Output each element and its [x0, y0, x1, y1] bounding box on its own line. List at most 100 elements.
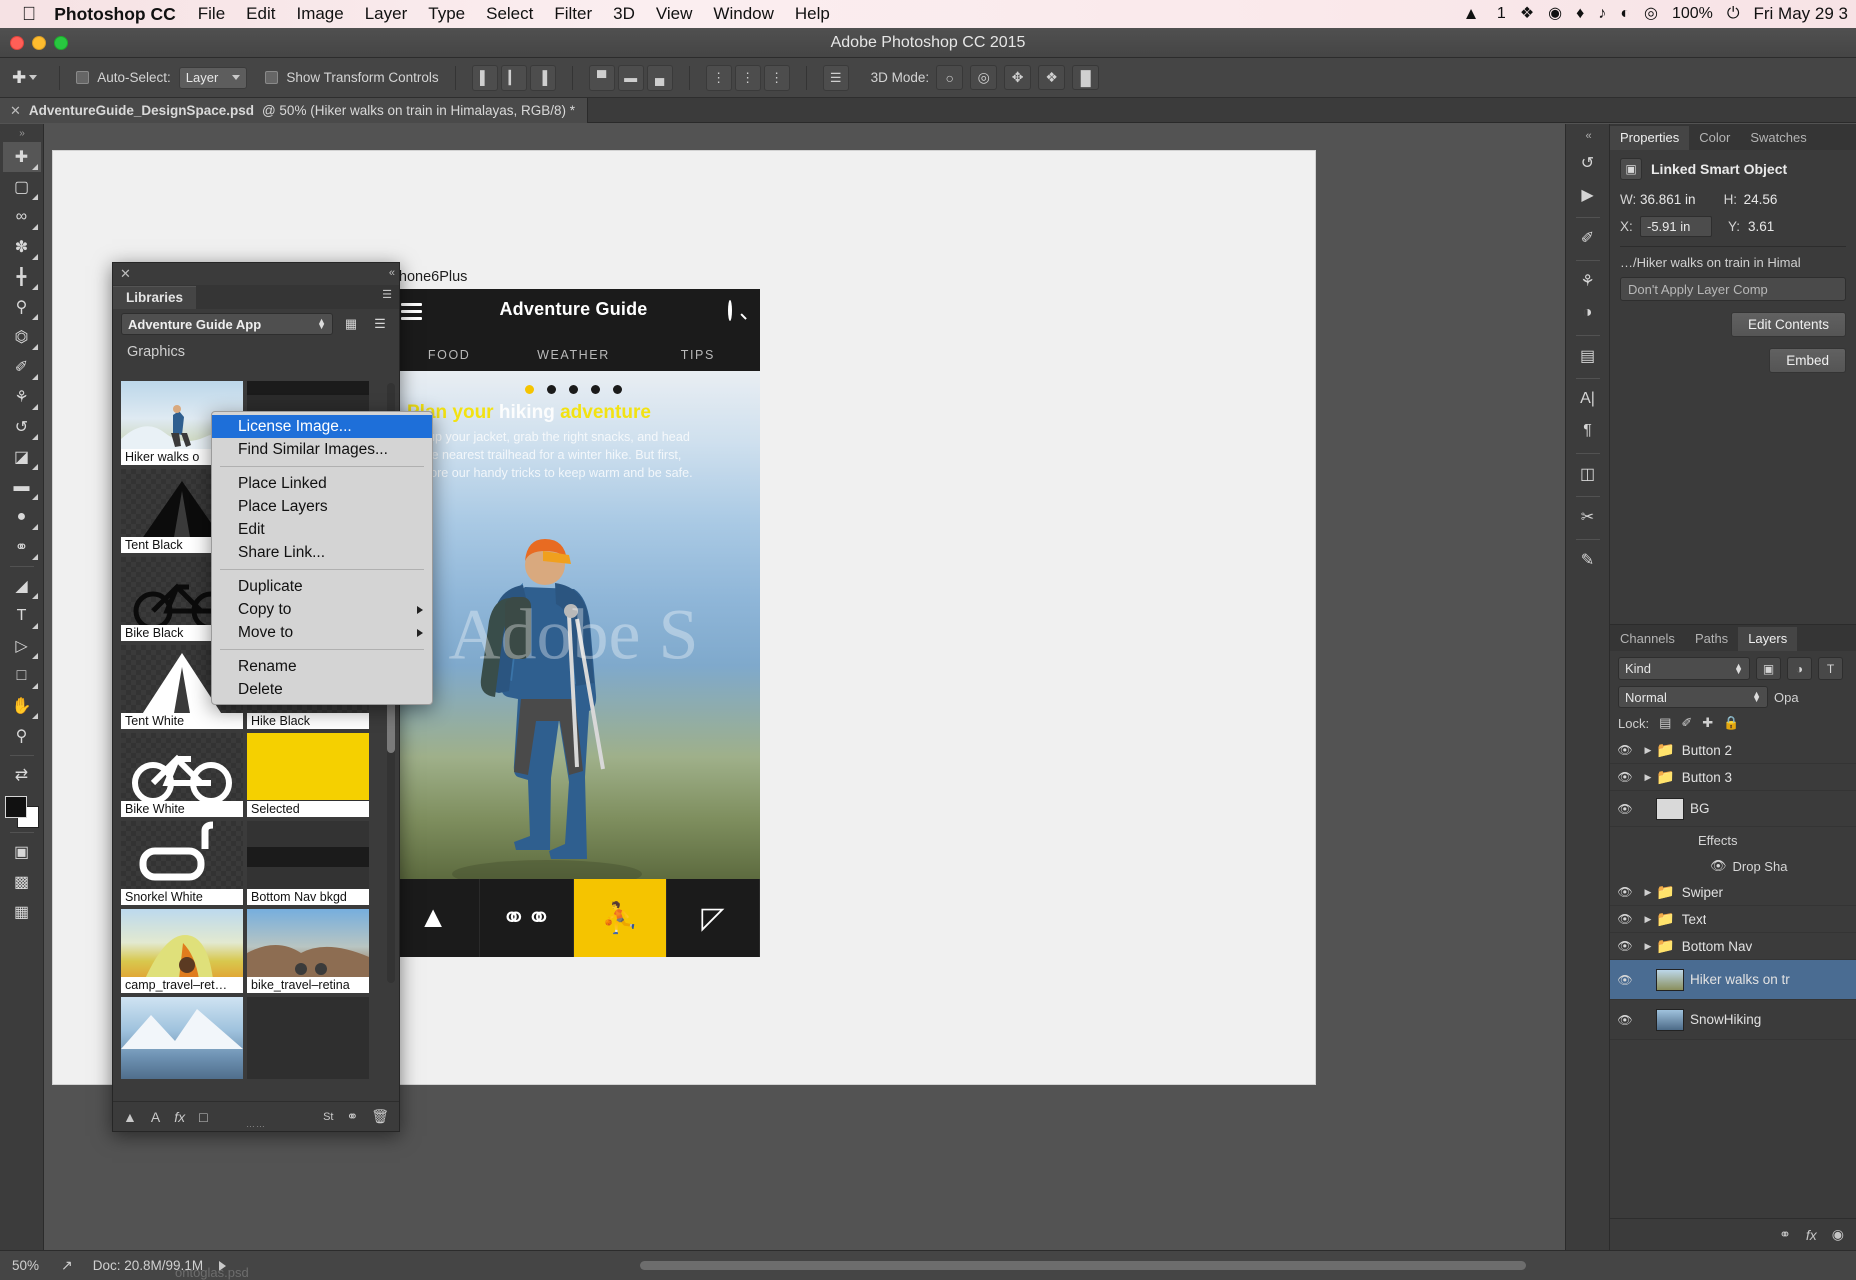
- wifi-icon[interactable]: ◎: [1644, 6, 1658, 22]
- library-item-snorkel-white[interactable]: Snorkel White: [121, 821, 243, 905]
- layer-row-bg[interactable]: 👁 BG: [1610, 791, 1856, 827]
- collapse-icon[interactable]: »: [19, 128, 24, 139]
- menu-layer[interactable]: Layer: [365, 4, 408, 24]
- fx-icon[interactable]: fx: [1806, 1227, 1817, 1243]
- battery-charging-icon[interactable]: ⏻: [1727, 6, 1740, 22]
- layer-row-button-2[interactable]: 👁 ▶ 📁 Button 2: [1610, 737, 1856, 764]
- carousel-dot[interactable]: [547, 385, 556, 394]
- resize-grip[interactable]: ……: [246, 1119, 266, 1129]
- visibility-icon[interactable]: 👁: [1610, 743, 1640, 757]
- canvas-area[interactable]: iPhone6Plus Adventure Guide FOOD WEATHER…: [44, 124, 1609, 1250]
- expand-arrow-icon[interactable]: ▶: [1640, 745, 1656, 756]
- menu-help[interactable]: Help: [795, 4, 830, 24]
- add-text-icon[interactable]: A: [151, 1109, 160, 1125]
- menu-bar-clock[interactable]: Fri May 29 3: [1754, 4, 1848, 24]
- menu-view[interactable]: View: [656, 4, 693, 24]
- zoom-level[interactable]: 50%: [0, 1258, 51, 1273]
- visibility-icon[interactable]: 👁: [1610, 939, 1640, 953]
- creative-cloud-icon[interactable]: ◉: [1548, 6, 1562, 22]
- mockup-tab-weather[interactable]: WEATHER: [511, 348, 635, 362]
- eraser-tool-button[interactable]: ◪: [3, 442, 41, 472]
- quick-selection-tool-button[interactable]: ✽: [3, 232, 41, 262]
- actions-icon[interactable]: ▶: [1571, 180, 1605, 210]
- share-icon[interactable]: ↗: [51, 1257, 83, 1274]
- lock-position-icon[interactable]: ✚: [1702, 715, 1713, 731]
- close-window-button[interactable]: [10, 36, 24, 50]
- gradient-tool-button[interactable]: ▬: [3, 472, 41, 502]
- library-item-mountain[interactable]: [121, 997, 243, 1079]
- globe-lock-icon[interactable]: ◐: [1620, 6, 1630, 22]
- layer-row-hiker[interactable]: 👁 Hiker walks on tr: [1610, 960, 1856, 1000]
- character-icon[interactable]: A|: [1571, 384, 1605, 414]
- layer-row-text[interactable]: 👁 ▶ 📁 Text: [1610, 906, 1856, 933]
- tab-libraries[interactable]: Libraries: [113, 286, 196, 309]
- height-value[interactable]: 24.56: [1744, 192, 1778, 207]
- quick-mask-button[interactable]: ▣: [3, 837, 41, 867]
- carousel-dot[interactable]: [569, 385, 578, 394]
- screen-mode-alt-button[interactable]: ▦: [3, 897, 41, 927]
- nav-bike-icon[interactable]: ⚭⚭: [480, 879, 573, 957]
- brushes-icon[interactable]: ✐: [1571, 223, 1605, 253]
- history-icon[interactable]: ↺: [1571, 148, 1605, 178]
- minimize-window-button[interactable]: [32, 36, 46, 50]
- layer-row-button-3[interactable]: 👁 ▶ 📁 Button 3: [1610, 764, 1856, 791]
- lock-transparent-icon[interactable]: ▤: [1659, 715, 1671, 731]
- menu-item-duplicate[interactable]: Duplicate: [212, 575, 432, 598]
- expand-arrow-icon[interactable]: ▶: [1640, 887, 1656, 898]
- 3d-slide-icon[interactable]: ❖: [1038, 65, 1065, 90]
- close-icon[interactable]: ✕: [10, 103, 21, 119]
- menu-filter[interactable]: Filter: [554, 4, 592, 24]
- blur-tool-button[interactable]: ●: [3, 502, 41, 532]
- carousel-dot[interactable]: [591, 385, 600, 394]
- visibility-icon[interactable]: 👁: [1610, 885, 1640, 899]
- nav-tent-icon[interactable]: ▲: [387, 879, 480, 957]
- clone-stamp-tool-button[interactable]: ⚘: [3, 382, 41, 412]
- effect-visibility-icon[interactable]: 👁: [1710, 858, 1727, 874]
- auto-select-dropdown[interactable]: Layer: [179, 67, 248, 89]
- mockup-tab-food[interactable]: FOOD: [387, 348, 511, 362]
- align-right-edges-button[interactable]: ▐: [530, 65, 556, 91]
- 3d-roll-icon[interactable]: ◎: [970, 65, 997, 90]
- nav-snorkel-icon[interactable]: ◸: [667, 879, 760, 957]
- dodge-tool-button[interactable]: ⚭: [3, 532, 41, 562]
- color-picker-swap-button[interactable]: ⇄: [3, 760, 41, 790]
- embed-button[interactable]: Embed: [1769, 348, 1846, 373]
- mobile-mockup[interactable]: Adventure Guide FOOD WEATHER TIPS: [387, 289, 760, 957]
- active-tool-indicator[interactable]: ✚: [12, 68, 43, 88]
- menu-item-license-image[interactable]: License Image...: [212, 415, 432, 438]
- add-color-icon[interactable]: □: [199, 1109, 207, 1125]
- context-menu[interactable]: License Image... Find Similar Images... …: [211, 411, 433, 705]
- align-vertical-centers-button[interactable]: ▬: [618, 65, 644, 91]
- lock-all-icon[interactable]: 🔒: [1723, 715, 1739, 731]
- add-fx-icon[interactable]: fx: [174, 1109, 185, 1125]
- move-tool-button[interactable]: ✚: [3, 142, 41, 172]
- filter-pixel-icon[interactable]: ▣: [1756, 657, 1781, 680]
- timeline-icon[interactable]: ✂: [1571, 502, 1605, 532]
- layer-row-bottom-nav[interactable]: 👁 ▶ 📁 Bottom Nav: [1610, 933, 1856, 960]
- menu-edit[interactable]: Edit: [246, 4, 275, 24]
- notes-icon[interactable]: ✎: [1571, 545, 1605, 575]
- lasso-tool-button[interactable]: ∞: [3, 202, 41, 232]
- library-selector[interactable]: Adventure Guide App ▲▼: [121, 313, 333, 335]
- type-tool-button[interactable]: T: [3, 601, 41, 631]
- library-item-bike-travel[interactable]: bike_travel–retina: [247, 909, 369, 993]
- blend-mode-select[interactable]: Normal ▲▼: [1618, 686, 1768, 708]
- window-controls[interactable]: [10, 36, 68, 50]
- distribute-centers-button[interactable]: ⋮: [735, 65, 761, 91]
- layer-effect-drop-shadow[interactable]: 👁 Drop Sha: [1610, 853, 1856, 879]
- foreground-color-swatch[interactable]: [5, 796, 27, 818]
- rectangle-tool-button[interactable]: □: [3, 661, 41, 691]
- tab-layers[interactable]: Layers: [1738, 627, 1797, 651]
- 3d-orbit-icon[interactable]: ○: [936, 65, 963, 90]
- menu-item-move-to[interactable]: Move to: [212, 621, 432, 644]
- menu-item-place-layers[interactable]: Place Layers: [212, 495, 432, 518]
- menu-item-share-link[interactable]: Share Link...: [212, 541, 432, 564]
- distribute-left-button[interactable]: ⋮: [706, 65, 732, 91]
- maximize-window-button[interactable]: [54, 36, 68, 50]
- styles-icon[interactable]: ▤: [1571, 341, 1605, 371]
- x-field[interactable]: -5.91 in: [1640, 216, 1712, 237]
- hand-tool-button[interactable]: ✋: [3, 691, 41, 721]
- library-item-blank[interactable]: [247, 997, 369, 1079]
- tab-paths[interactable]: Paths: [1685, 627, 1738, 651]
- menu-item-edit[interactable]: Edit: [212, 518, 432, 541]
